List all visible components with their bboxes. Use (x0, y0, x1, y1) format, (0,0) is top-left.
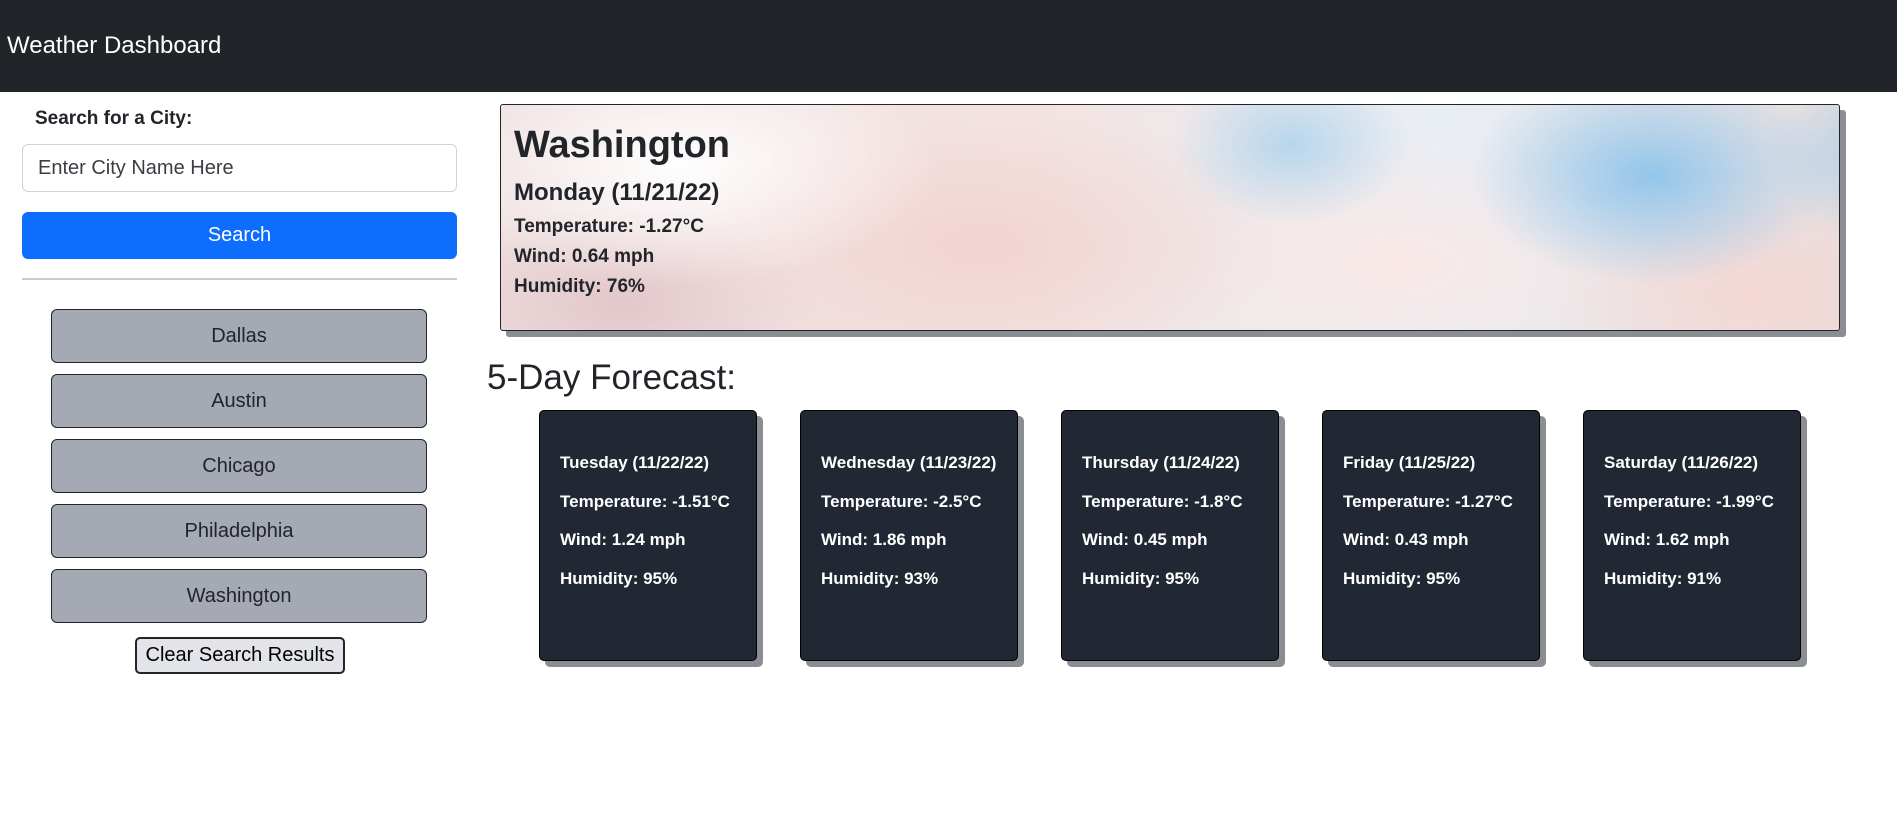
forecast-humidity: Humidity: 95% (1082, 569, 1200, 588)
current-date: Monday (11/21/22) (514, 179, 720, 206)
forecast-wind: Wind: 1.24 mph (560, 530, 686, 549)
forecast-date: Thursday (11/24/22) (1082, 453, 1240, 472)
forecast-date: Wednesday (11/23/22) (821, 453, 997, 472)
forecast-humidity: Humidity: 93% (821, 569, 939, 588)
city-search-input[interactable] (22, 144, 457, 192)
forecast-humidity: Humidity: 95% (560, 569, 678, 588)
forecast-card: Thursday (11/24/22) Temperature: -1.8°C … (1061, 410, 1279, 661)
forecast-temperature: Temperature: -1.51°C (560, 492, 730, 511)
forecast-humidity: Humidity: 91% (1604, 569, 1722, 588)
forecast-card: Tuesday (11/22/22) Temperature: -1.51°C … (539, 410, 757, 661)
history-city-button[interactable]: Austin (51, 374, 427, 428)
forecast-temperature: Temperature: -2.5°C (821, 492, 982, 511)
current-weather-card: Washington Monday (11/21/22) Temperature… (500, 104, 1840, 331)
sidebar: Search for a City: Search Dallas Austin … (22, 92, 457, 692)
history-city-button[interactable]: Dallas (51, 309, 427, 363)
clear-search-results-button[interactable]: Clear Search Results (135, 637, 345, 674)
search-label: Search for a City: (35, 108, 193, 129)
app-title: Weather Dashboard (7, 32, 222, 59)
forecast-temperature: Temperature: -1.99°C (1604, 492, 1774, 511)
forecast-wind: Wind: 0.45 mph (1082, 530, 1208, 549)
forecast-heading: 5-Day Forecast: (487, 358, 736, 397)
search-history-list: Dallas Austin Chicago Philadelphia Washi… (51, 309, 427, 634)
history-city-button[interactable]: Philadelphia (51, 504, 427, 558)
forecast-card: Saturday (11/26/22) Temperature: -1.99°C… (1583, 410, 1801, 661)
forecast-date: Tuesday (11/22/22) (560, 453, 709, 472)
history-city-button[interactable]: Washington (51, 569, 427, 623)
forecast-wind: Wind: 0.43 mph (1343, 530, 1469, 549)
forecast-temperature: Temperature: -1.8°C (1082, 492, 1243, 511)
forecast-humidity: Humidity: 95% (1343, 569, 1461, 588)
forecast-card: Wednesday (11/23/22) Temperature: -2.5°C… (800, 410, 1018, 661)
history-city-button[interactable]: Chicago (51, 439, 427, 493)
forecast-wind: Wind: 1.86 mph (821, 530, 947, 549)
divider (22, 278, 457, 280)
forecast-date: Friday (11/25/22) (1343, 453, 1476, 472)
navbar: Weather Dashboard (0, 0, 1897, 92)
forecast-temperature: Temperature: -1.27°C (1343, 492, 1513, 511)
current-temperature: Temperature: -1.27°C (514, 216, 704, 237)
forecast-card: Friday (11/25/22) Temperature: -1.27°C W… (1322, 410, 1540, 661)
search-button[interactable]: Search (22, 212, 457, 259)
forecast-wind: Wind: 1.62 mph (1604, 530, 1730, 549)
current-wind: Wind: 0.64 mph (514, 246, 655, 267)
current-city-name: Washington (514, 124, 730, 166)
current-humidity: Humidity: 76% (514, 276, 645, 297)
forecast-date: Saturday (11/26/22) (1604, 453, 1759, 472)
